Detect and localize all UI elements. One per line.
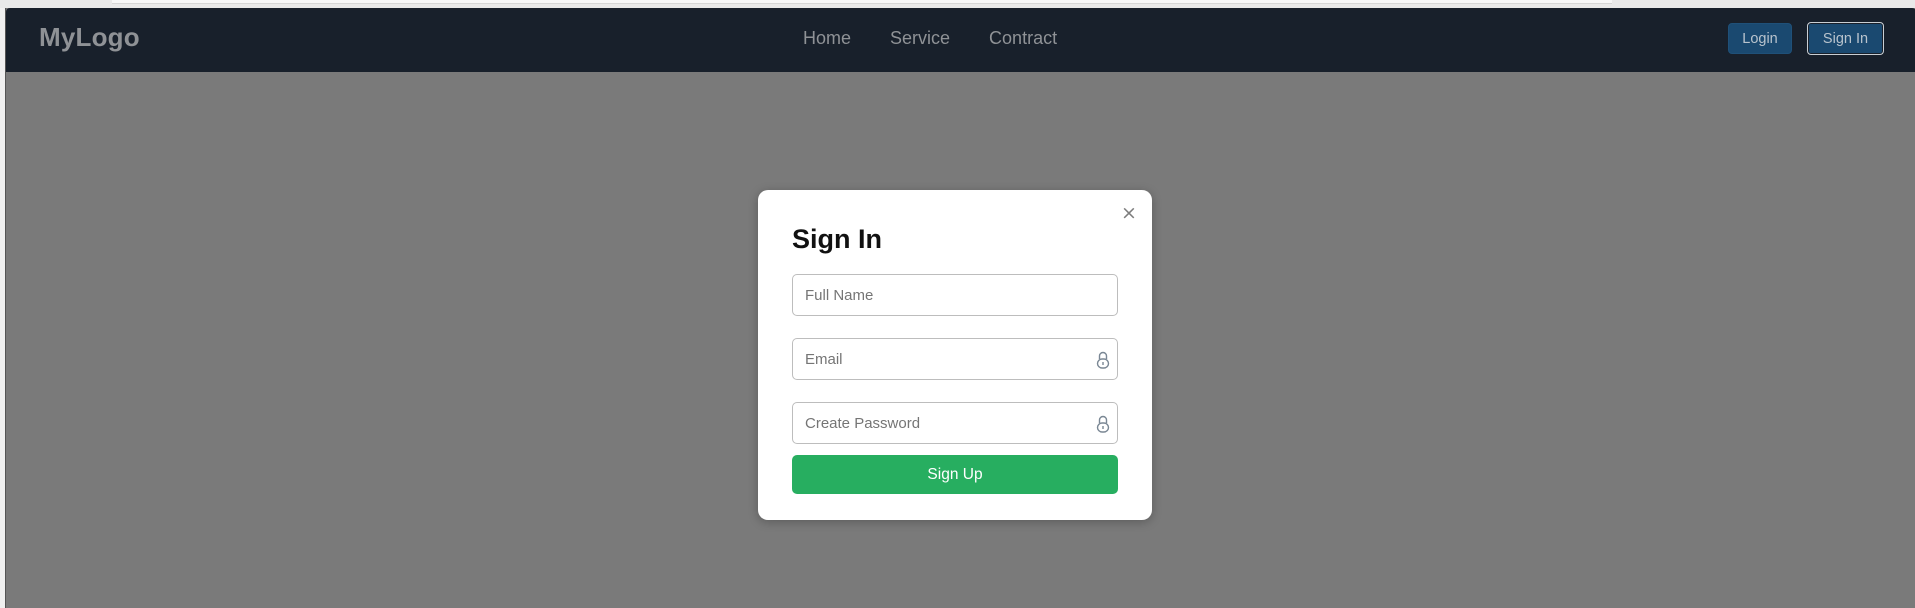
sign-in-button[interactable]: Sign In: [1807, 22, 1884, 55]
navbar: MyLogo Home Service Contract Login Sign …: [6, 8, 1915, 72]
sign-in-modal: × Sign In Sign Up: [758, 190, 1152, 520]
modal-title: Sign In: [792, 224, 882, 254]
email-field-wrapper: [792, 338, 1118, 380]
lock-icon: [1096, 351, 1110, 369]
nav-link-home[interactable]: Home: [803, 28, 851, 49]
login-button[interactable]: Login: [1728, 23, 1792, 54]
full-name-field-wrapper: [792, 274, 1118, 316]
browser-top-strip: [0, 0, 1915, 8]
browser-address-area: [112, 0, 1612, 4]
nav-link-service[interactable]: Service: [890, 28, 950, 49]
full-name-input[interactable]: [793, 275, 1117, 315]
password-field-wrapper: [792, 402, 1118, 444]
nav-link-contract[interactable]: Contract: [989, 28, 1057, 49]
password-input[interactable]: [793, 403, 1117, 443]
email-input[interactable]: [793, 339, 1117, 379]
lock-icon: [1096, 415, 1110, 433]
nav-links: Home Service Contract: [803, 28, 1057, 49]
close-icon[interactable]: ×: [1120, 204, 1138, 223]
logo[interactable]: MyLogo: [39, 22, 140, 53]
sign-up-button[interactable]: Sign Up: [792, 455, 1118, 494]
